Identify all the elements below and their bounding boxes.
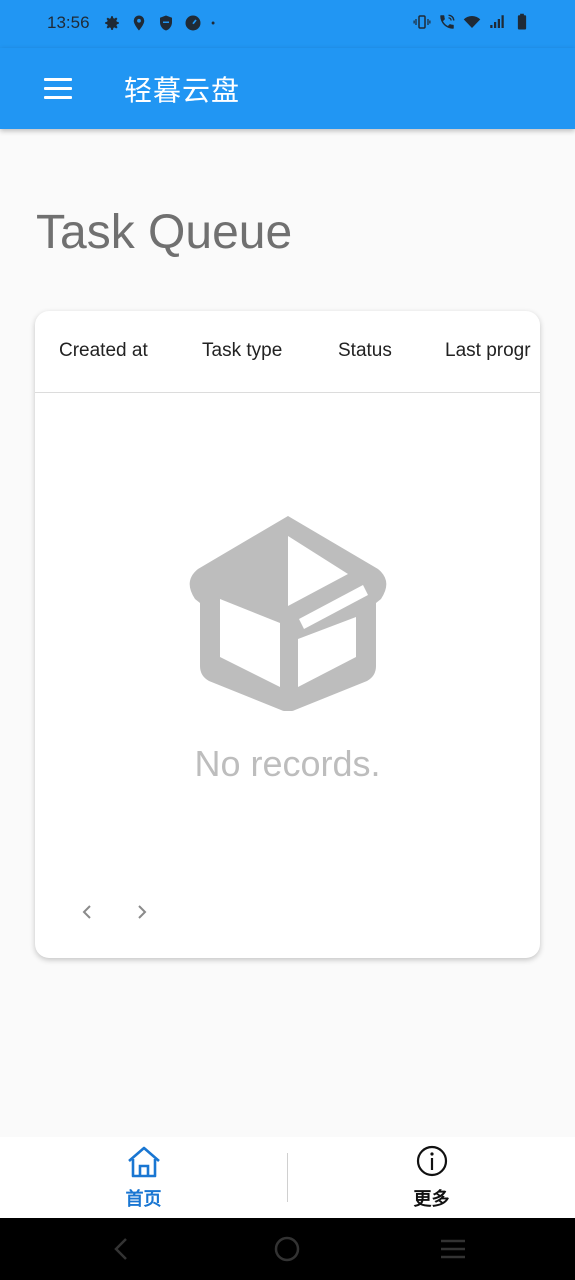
column-header-status[interactable]: Status xyxy=(338,340,392,362)
empty-state-text: No records. xyxy=(194,743,381,784)
nav-item-more[interactable]: 更多 xyxy=(288,1137,575,1218)
menu-button[interactable] xyxy=(34,70,82,106)
column-header-task-type[interactable]: Task type xyxy=(202,340,282,362)
shield-icon xyxy=(160,15,172,31)
status-icons-right xyxy=(413,13,531,31)
nav-label-home: 首页 xyxy=(125,1189,162,1210)
info-icon xyxy=(416,1145,447,1177)
menu-icon-bar xyxy=(44,95,72,99)
settings-icon xyxy=(105,16,119,30)
vibrate-icon xyxy=(413,15,431,29)
status-bar: 13:56 xyxy=(0,0,575,48)
nav-label-more: 更多 xyxy=(413,1189,450,1210)
empty-state: No records. xyxy=(35,511,540,784)
recents-icon[interactable] xyxy=(439,1235,467,1263)
table-header[interactable]: Created at Task type Status Last progr xyxy=(35,311,540,393)
app-bar: 轻暮云盘 xyxy=(0,48,575,129)
status-time: 13:56 xyxy=(47,13,90,32)
page-title: Task Queue xyxy=(36,206,293,259)
home-icon xyxy=(127,1146,160,1178)
menu-icon-bar xyxy=(44,86,72,90)
wifi-call-icon xyxy=(440,14,455,29)
menu-icon xyxy=(44,77,72,81)
location-icon xyxy=(133,15,145,31)
box-icon xyxy=(189,516,386,711)
home-circle-icon[interactable] xyxy=(273,1235,301,1263)
speed-icon xyxy=(185,15,201,31)
chevron-right-icon xyxy=(138,905,147,919)
bottom-nav: 首页 更多 xyxy=(0,1137,575,1218)
signal-icon xyxy=(490,15,504,28)
system-nav-bar xyxy=(0,1218,575,1280)
back-icon[interactable] xyxy=(110,1235,134,1263)
chevron-left-icon xyxy=(82,905,91,919)
dot-icon xyxy=(211,21,215,25)
nav-item-home[interactable]: 首页 xyxy=(0,1137,287,1218)
app-title: 轻暮云盘 xyxy=(124,74,241,107)
wifi-icon xyxy=(463,15,481,28)
battery-icon xyxy=(517,13,527,30)
status-icons-left xyxy=(103,14,221,32)
column-header-last-progress[interactable]: Last progr xyxy=(445,340,531,362)
column-header-created-at[interactable]: Created at xyxy=(59,340,148,362)
previous-page-button[interactable] xyxy=(72,897,102,927)
task-table-card: Created at Task type Status Last progr N… xyxy=(35,311,540,958)
next-page-button[interactable] xyxy=(127,897,157,927)
